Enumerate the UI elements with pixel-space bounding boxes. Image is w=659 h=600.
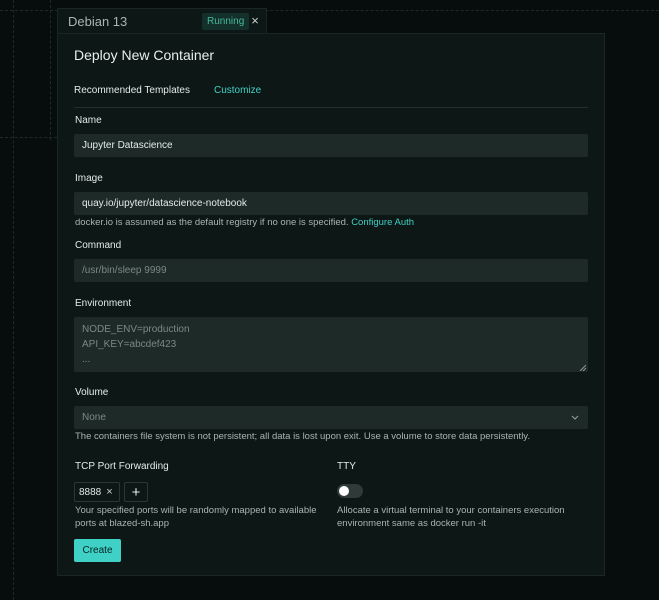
name-label: Name [75, 115, 102, 126]
volume-label: Volume [75, 387, 109, 398]
resize-grip-icon[interactable] [580, 365, 586, 371]
ports-help: Your specified ports will be randomly ma… [75, 504, 317, 530]
window-tab[interactable]: Debian 13 Running × [57, 8, 267, 34]
chevron-down-icon [571, 415, 579, 420]
background-grid-line [13, 0, 14, 600]
window-tab-title: Debian 13 [68, 14, 128, 29]
volume-select[interactable]: None [74, 406, 588, 429]
volume-selected-value: None [82, 412, 106, 423]
tcp-port-forwarding-label: TCP Port Forwarding [75, 461, 169, 472]
port-value: 8888 [79, 486, 102, 498]
status-badge: Running [202, 13, 250, 30]
ports-help-line: Your specified ports will be randomly ma… [75, 505, 317, 516]
toggle-knob [339, 486, 349, 496]
tab-recommended-templates[interactable]: Recommended Templates [74, 85, 190, 108]
configure-auth-link[interactable]: Configure Auth [351, 217, 414, 228]
image-help: docker.io is assumed as the default regi… [75, 217, 414, 228]
volume-help: The containers file system is not persis… [75, 431, 530, 442]
close-icon[interactable]: × [248, 13, 262, 28]
dialog-tabs: Recommended Templates Customize [74, 85, 588, 108]
tty-toggle[interactable] [337, 484, 363, 498]
command-label: Command [75, 240, 122, 251]
image-help-text: docker.io is assumed as the default regi… [75, 217, 349, 228]
ports-help-line: ports at blazed-sh.app [75, 518, 170, 529]
tab-customize[interactable]: Customize [214, 85, 261, 108]
deploy-container-dialog: Deploy New Container Recommended Templat… [57, 33, 605, 576]
dialog-title: Deploy New Container [74, 47, 215, 63]
name-input[interactable] [74, 134, 588, 157]
tty-help-line: environment same as docker run -it [337, 518, 486, 529]
tty-label: TTY [337, 461, 356, 472]
environment-textarea[interactable] [74, 317, 588, 372]
environment-label: Environment [75, 298, 132, 309]
remove-port-icon[interactable]: × [106, 486, 112, 498]
image-input[interactable] [74, 192, 588, 215]
command-input[interactable] [74, 259, 588, 282]
tty-help: Allocate a virtual terminal to your cont… [337, 504, 565, 530]
tty-help-line: Allocate a virtual terminal to your cont… [337, 505, 565, 516]
port-chip: 8888 × [74, 482, 120, 502]
create-button[interactable]: Create [74, 539, 121, 562]
image-label: Image [75, 173, 103, 184]
background-grid-line [0, 137, 57, 138]
add-port-button[interactable]: + [124, 482, 148, 502]
background-grid-line [50, 0, 51, 140]
